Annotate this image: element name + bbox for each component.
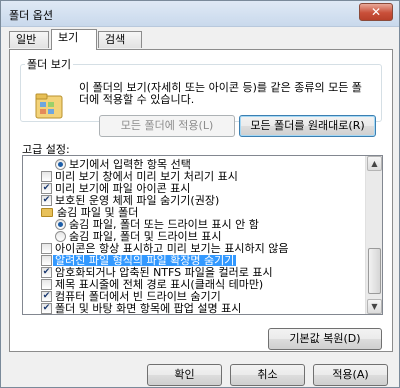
folder-views-description: 이 폴더의 보기(자세히 또는 아이콘 등)를 같은 종류의 모든 폴더에 적용…	[79, 81, 362, 106]
list-item-label: 미리 보기에 파일 아이콘 표시	[55, 182, 191, 195]
scroll-down-button[interactable]: ▼	[367, 299, 382, 314]
checkbox[interactable]	[41, 279, 52, 290]
advanced-settings-list[interactable]: 보기에서 입력한 항목 선택 미리 보기 창에서 미리 보기 처리기 표시 ✔ …	[22, 155, 383, 315]
list-item-label: 보기에서 입력한 항목 선택	[69, 158, 191, 171]
ok-button[interactable]: 확인	[147, 364, 222, 386]
checkbox[interactable]	[41, 171, 52, 182]
cancel-button[interactable]: 취소	[230, 364, 305, 386]
checkbox[interactable]: ✔	[41, 267, 52, 278]
list-item-label: 제목 표시줄에 전체 경로 표시(클래식 테마만)	[55, 278, 264, 291]
list-item-label: 숨김 파일, 폴더 및 드라이브 표시	[69, 230, 222, 243]
checkbox[interactable]: ✔	[41, 195, 52, 206]
close-icon: ✕	[370, 5, 382, 19]
scroll-up-button[interactable]: ▲	[367, 156, 382, 171]
chevron-down-icon: ▼	[371, 302, 378, 311]
apply-to-folders-button[interactable]: 모든 폴더에 적용(L)	[99, 115, 235, 137]
view-tab-panel: 폴더 보기 이 폴더의 보기(자세히 또는 아이콘 등)를 같은 종류의 모든 …	[9, 49, 393, 352]
folder-views-group: 폴더 보기 이 폴더의 보기(자세히 또는 아이콘 등)를 같은 종류의 모든 …	[20, 56, 382, 137]
chevron-up-icon: ▲	[371, 159, 378, 168]
list-item-label: 보호된 운영 체제 파일 숨기기(권장)	[55, 194, 220, 207]
title-bar[interactable]: 폴더 옵션 ✕	[1, 1, 399, 27]
tab-view[interactable]: 보기	[51, 29, 97, 50]
apply-button[interactable]: 적용(A)	[313, 364, 388, 386]
restore-defaults-button[interactable]: 기본값 복원(D)	[268, 328, 382, 350]
list-item-label: 미리 보기 창에서 미리 보기 처리기 표시	[55, 170, 238, 183]
tab-search[interactable]: 검색	[98, 31, 142, 48]
checkbox[interactable]: ✔	[41, 303, 52, 314]
checkbox[interactable]	[41, 255, 52, 266]
list-item-label: 폴더 및 바탕 화면 항목에 팝업 설명 표시	[55, 302, 242, 315]
folder-views-icon	[35, 93, 63, 119]
scrollbar-thumb[interactable]	[368, 248, 381, 294]
folder-icon	[41, 208, 53, 217]
list-item-label: 컴퓨터 폴더에서 빈 드라이브 숨기기	[55, 290, 221, 303]
vertical-scrollbar[interactable]: ▲ ▼	[365, 156, 382, 314]
close-button[interactable]: ✕	[359, 3, 393, 21]
list-item-label: 숨김 파일 및 폴더	[57, 206, 139, 219]
radio-button[interactable]	[55, 231, 66, 242]
checkbox[interactable]	[41, 243, 52, 254]
checkbox[interactable]: ✔	[41, 291, 52, 302]
radio-button[interactable]	[55, 219, 66, 230]
list-item-label: 암호화되거나 압축된 NTFS 파일을 컬러로 표시	[55, 266, 273, 279]
list-item-label: 아이콘은 항상 표시하고 미리 보기는 표시하지 않음	[55, 242, 289, 255]
folder-views-legend: 폴더 보기	[27, 58, 71, 71]
list-item-label: 숨김 파일, 폴더 또는 드라이브 표시 안 함	[69, 218, 259, 231]
folder-options-window: 폴더 옵션 ✕ 일반 보기 검색 폴더 보기 이 폴더의 보기(자세히 또는 아…	[0, 0, 400, 388]
list-item-label: 알려진 파일 형식의 파일 확장명 숨기기	[53, 254, 237, 267]
reset-folders-button[interactable]: 모든 폴더를 원래대로(R)	[239, 115, 376, 137]
checkbox[interactable]: ✔	[41, 183, 52, 194]
tab-general[interactable]: 일반	[9, 31, 49, 48]
window-title: 폴더 옵션	[9, 9, 53, 22]
radio-button[interactable]	[55, 159, 66, 170]
